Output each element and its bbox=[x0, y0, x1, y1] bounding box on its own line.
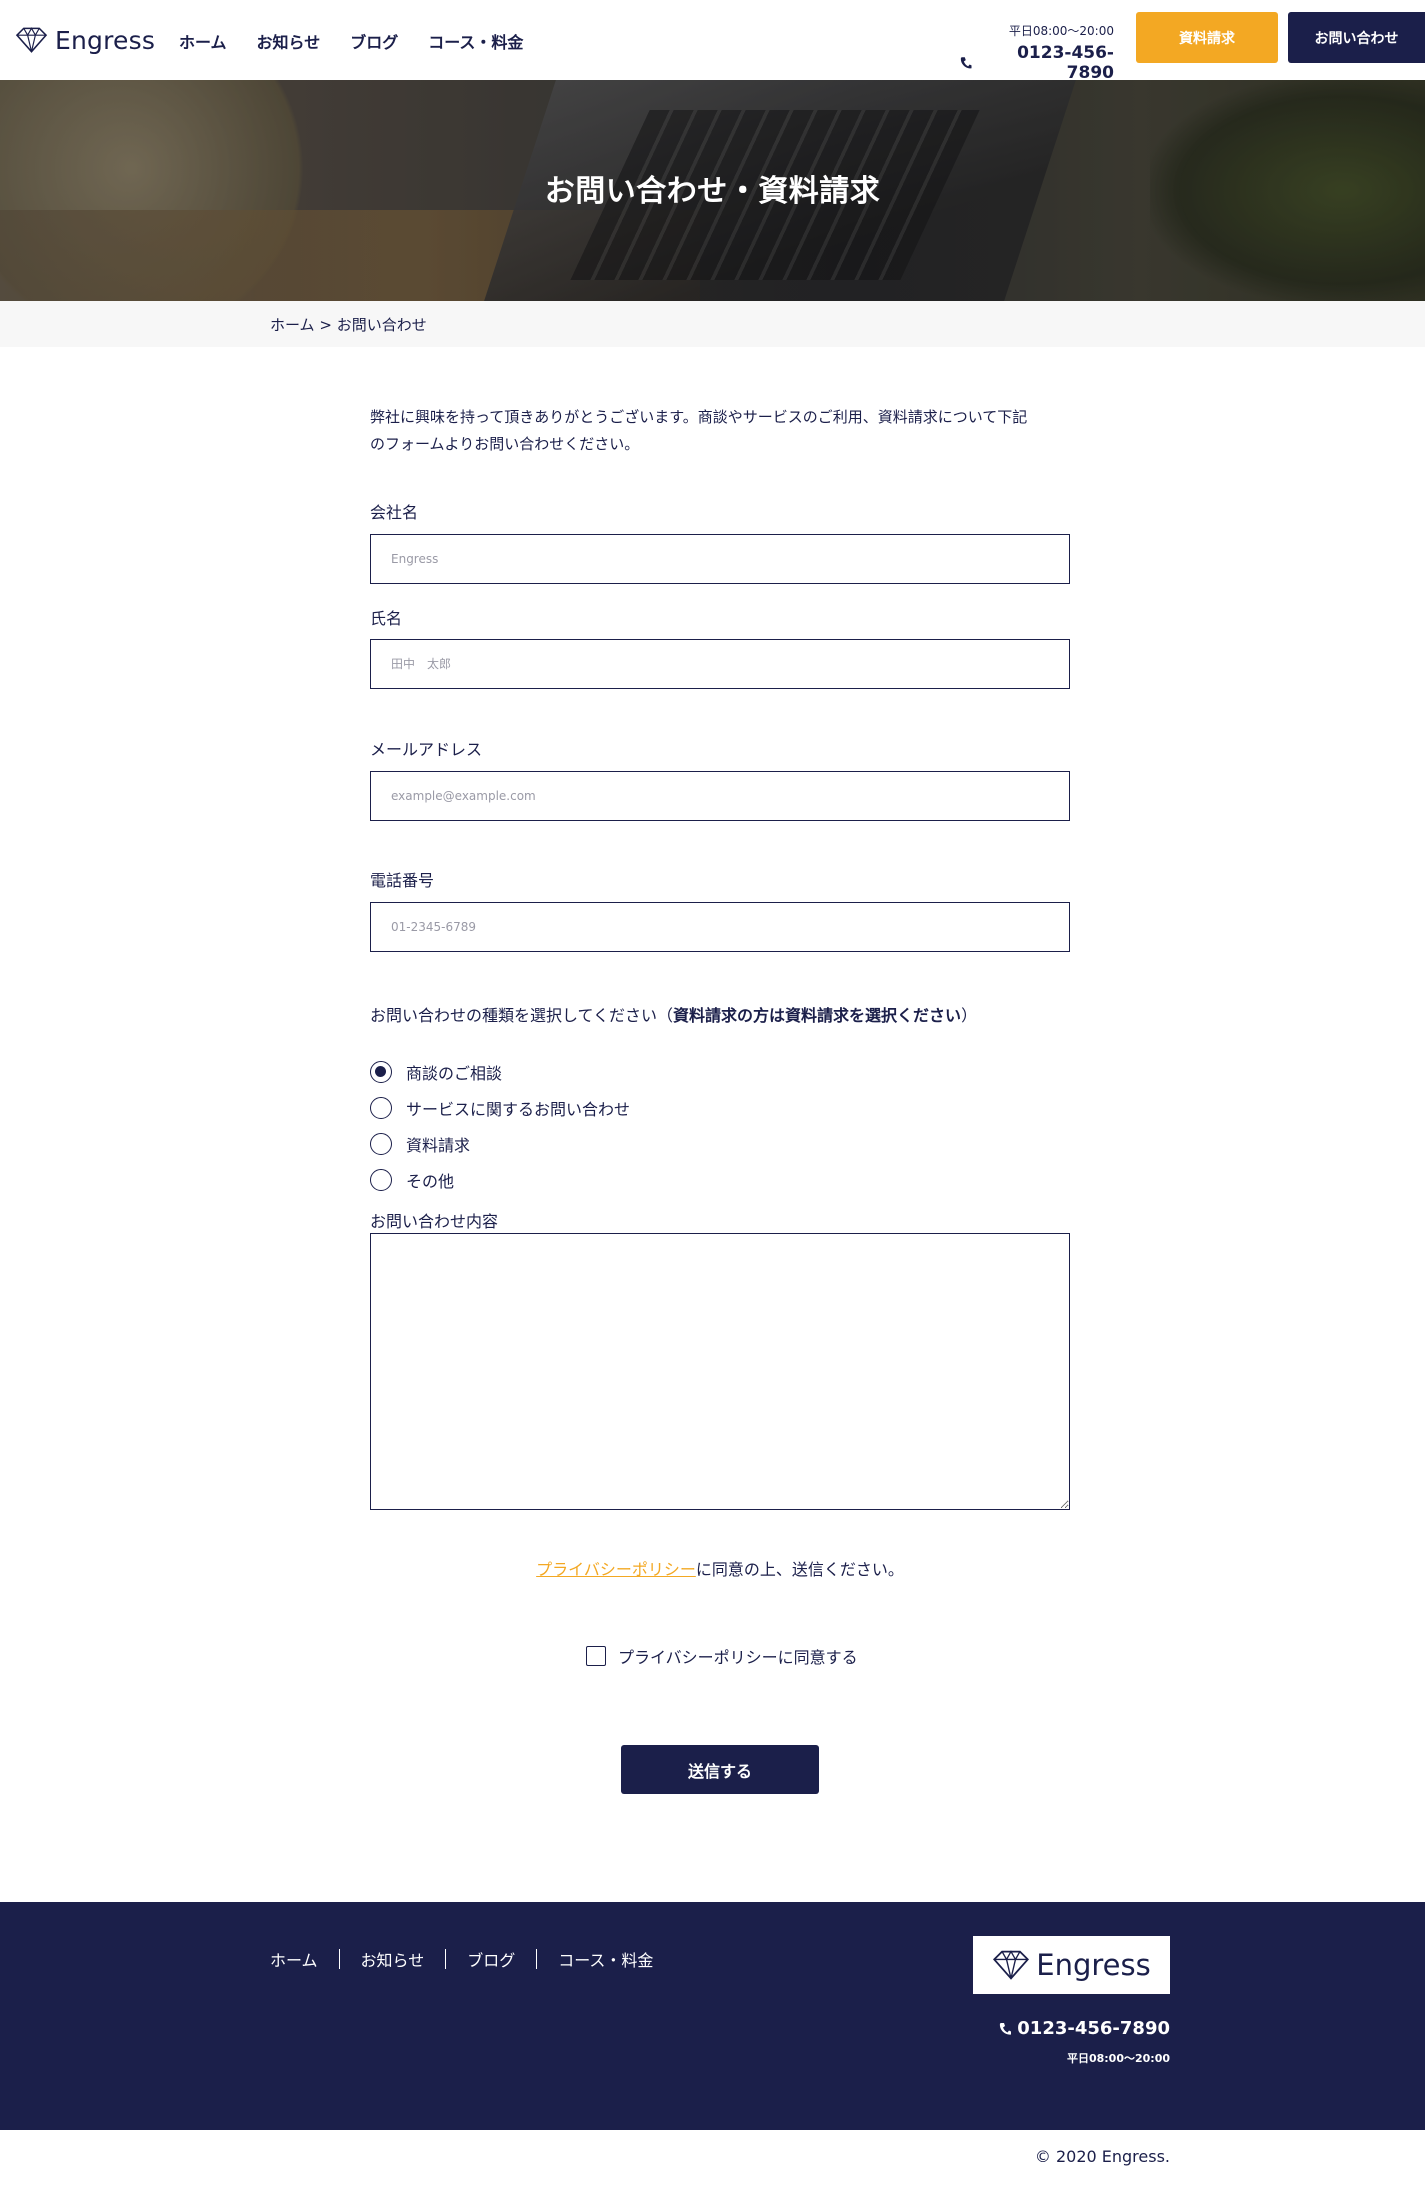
logo[interactable]: Engress bbox=[15, 22, 155, 58]
message-textarea[interactable] bbox=[370, 1233, 1070, 1510]
message-label: お問い合わせ内容 bbox=[370, 1212, 499, 1231]
form-intro-line-2: のフォームよりお問い合わせください。 bbox=[370, 435, 640, 453]
form-intro: 弊社に興味を持って頂きありがとうございます。商談やサービスのご利用、資料請求につ… bbox=[370, 404, 1075, 458]
radio-label: その他 bbox=[406, 1172, 455, 1191]
submit-button[interactable]: 送信する bbox=[621, 1745, 819, 1794]
inquiry-type-prompt: お問い合わせの種類を選択してください（資料請求の方は資料請求を選択ください） bbox=[370, 1002, 977, 1026]
breadcrumb-separator: > bbox=[319, 316, 332, 334]
company-label: 会社名 bbox=[370, 503, 419, 522]
logo-text: Engress bbox=[55, 25, 156, 55]
site-footer: ホーム お知らせ ブログ コース・料金 Engress 0123-456-789… bbox=[0, 1902, 1425, 2130]
footer-nav-blog[interactable]: ブログ bbox=[467, 1947, 515, 1971]
policy-note: プライバシーポリシーに同意の上、送信ください。 bbox=[0, 1556, 1425, 1580]
name-input[interactable] bbox=[370, 639, 1070, 689]
breadcrumb-current: お問い合わせ bbox=[336, 316, 427, 334]
nav-course-price[interactable]: コース・料金 bbox=[428, 29, 523, 53]
phone-icon bbox=[1000, 2022, 1012, 2035]
footer-phone[interactable]: 0123-456-7890 bbox=[980, 2018, 1170, 2039]
footer-nav-divider bbox=[445, 1949, 447, 1969]
header-contact: 平日08:00〜20:00 0123-456-7890 bbox=[960, 22, 1114, 83]
breadcrumb-home[interactable]: ホーム bbox=[270, 316, 315, 334]
breadcrumb-bar: ホーム > お問い合わせ bbox=[0, 301, 1425, 347]
copyright: © 2020 Engress. bbox=[1034, 2147, 1170, 2166]
header-phone[interactable]: 0123-456-7890 bbox=[960, 43, 1114, 83]
phone-label: 電話番号 bbox=[370, 871, 435, 890]
diamond-icon bbox=[993, 1950, 1030, 1980]
footer-phone-number: 0123-456-7890 bbox=[1017, 2018, 1170, 2039]
email-input[interactable] bbox=[370, 771, 1070, 821]
radio-option-negotiation[interactable]: 商談のご相談 bbox=[370, 1060, 502, 1084]
privacy-agree-checkbox[interactable] bbox=[586, 1646, 606, 1666]
phone-icon bbox=[960, 57, 972, 69]
privacy-agree-label: プライバシーポリシーに同意する bbox=[618, 1648, 858, 1667]
radio-button[interactable] bbox=[370, 1097, 392, 1119]
footer-nav-news[interactable]: お知らせ bbox=[361, 1947, 425, 1971]
phone-input[interactable] bbox=[370, 902, 1070, 952]
name-label: 氏名 bbox=[370, 609, 403, 628]
inquiry-type-prompt-emphasis: 資料請求の方は資料請求を選択ください bbox=[673, 1006, 962, 1025]
radio-label: 資料請求 bbox=[406, 1136, 471, 1155]
policy-note-text: に同意の上、送信ください。 bbox=[695, 1560, 904, 1579]
email-label: メールアドレス bbox=[370, 740, 483, 759]
diamond-icon bbox=[15, 27, 48, 53]
footer-hours: 平日08:00〜20:00 bbox=[1066, 2052, 1170, 2065]
radio-button[interactable] bbox=[370, 1061, 392, 1083]
site-header: Engress ホーム お知らせ ブログ コース・料金 平日08:00〜20:0… bbox=[0, 0, 1425, 83]
radio-option-doc-request[interactable]: 資料請求 bbox=[370, 1132, 470, 1156]
radio-label: サービスに関するお問い合わせ bbox=[406, 1100, 631, 1119]
radio-label: 商談のご相談 bbox=[406, 1064, 503, 1083]
hero-banner: お問い合わせ・資料請求 bbox=[0, 80, 1425, 301]
footer-nav-home[interactable]: ホーム bbox=[270, 1947, 318, 1971]
contact-button[interactable]: お問い合わせ bbox=[1288, 12, 1425, 63]
footer-nav-divider bbox=[338, 1949, 340, 1969]
doc-request-button[interactable]: 資料請求 bbox=[1136, 12, 1278, 63]
business-hours: 平日08:00〜20:00 bbox=[1008, 24, 1114, 38]
radio-button[interactable] bbox=[370, 1133, 392, 1155]
main-nav: ホーム お知らせ ブログ コース・料金 bbox=[179, 29, 553, 53]
privacy-policy-link[interactable]: プライバシーポリシー bbox=[536, 1560, 696, 1579]
radio-button[interactable] bbox=[370, 1169, 392, 1191]
nav-home[interactable]: ホーム bbox=[179, 29, 227, 53]
nav-blog[interactable]: ブログ bbox=[350, 29, 398, 53]
inquiry-type-prompt-text: お問い合わせの種類を選択してください（ bbox=[370, 1006, 674, 1025]
form-intro-line-1: 弊社に興味を持って頂きありがとうございます。商談やサービスのご利用、資料請求につ… bbox=[370, 408, 1028, 426]
nav-news[interactable]: お知らせ bbox=[257, 29, 321, 53]
footer-logo[interactable]: Engress bbox=[973, 1936, 1170, 1994]
inquiry-type-prompt-end: ） bbox=[961, 1006, 978, 1025]
footer-nav-divider bbox=[536, 1949, 538, 1969]
header-phone-number: 0123-456-7890 bbox=[1017, 43, 1114, 83]
footer-logo-text: Engress bbox=[1036, 1948, 1151, 1982]
footer-nav-course-price[interactable]: コース・料金 bbox=[558, 1947, 653, 1971]
company-input[interactable] bbox=[370, 534, 1070, 584]
page-title: お問い合わせ・資料請求 bbox=[544, 174, 881, 209]
breadcrumb: ホーム > お問い合わせ bbox=[270, 314, 427, 335]
radio-option-service-inquiry[interactable]: サービスに関するお問い合わせ bbox=[370, 1096, 630, 1120]
privacy-agree[interactable]: プライバシーポリシーに同意する bbox=[586, 1644, 858, 1668]
radio-option-other[interactable]: その他 bbox=[370, 1168, 454, 1192]
footer-nav: ホーム お知らせ ブログ コース・料金 bbox=[270, 1947, 653, 1971]
